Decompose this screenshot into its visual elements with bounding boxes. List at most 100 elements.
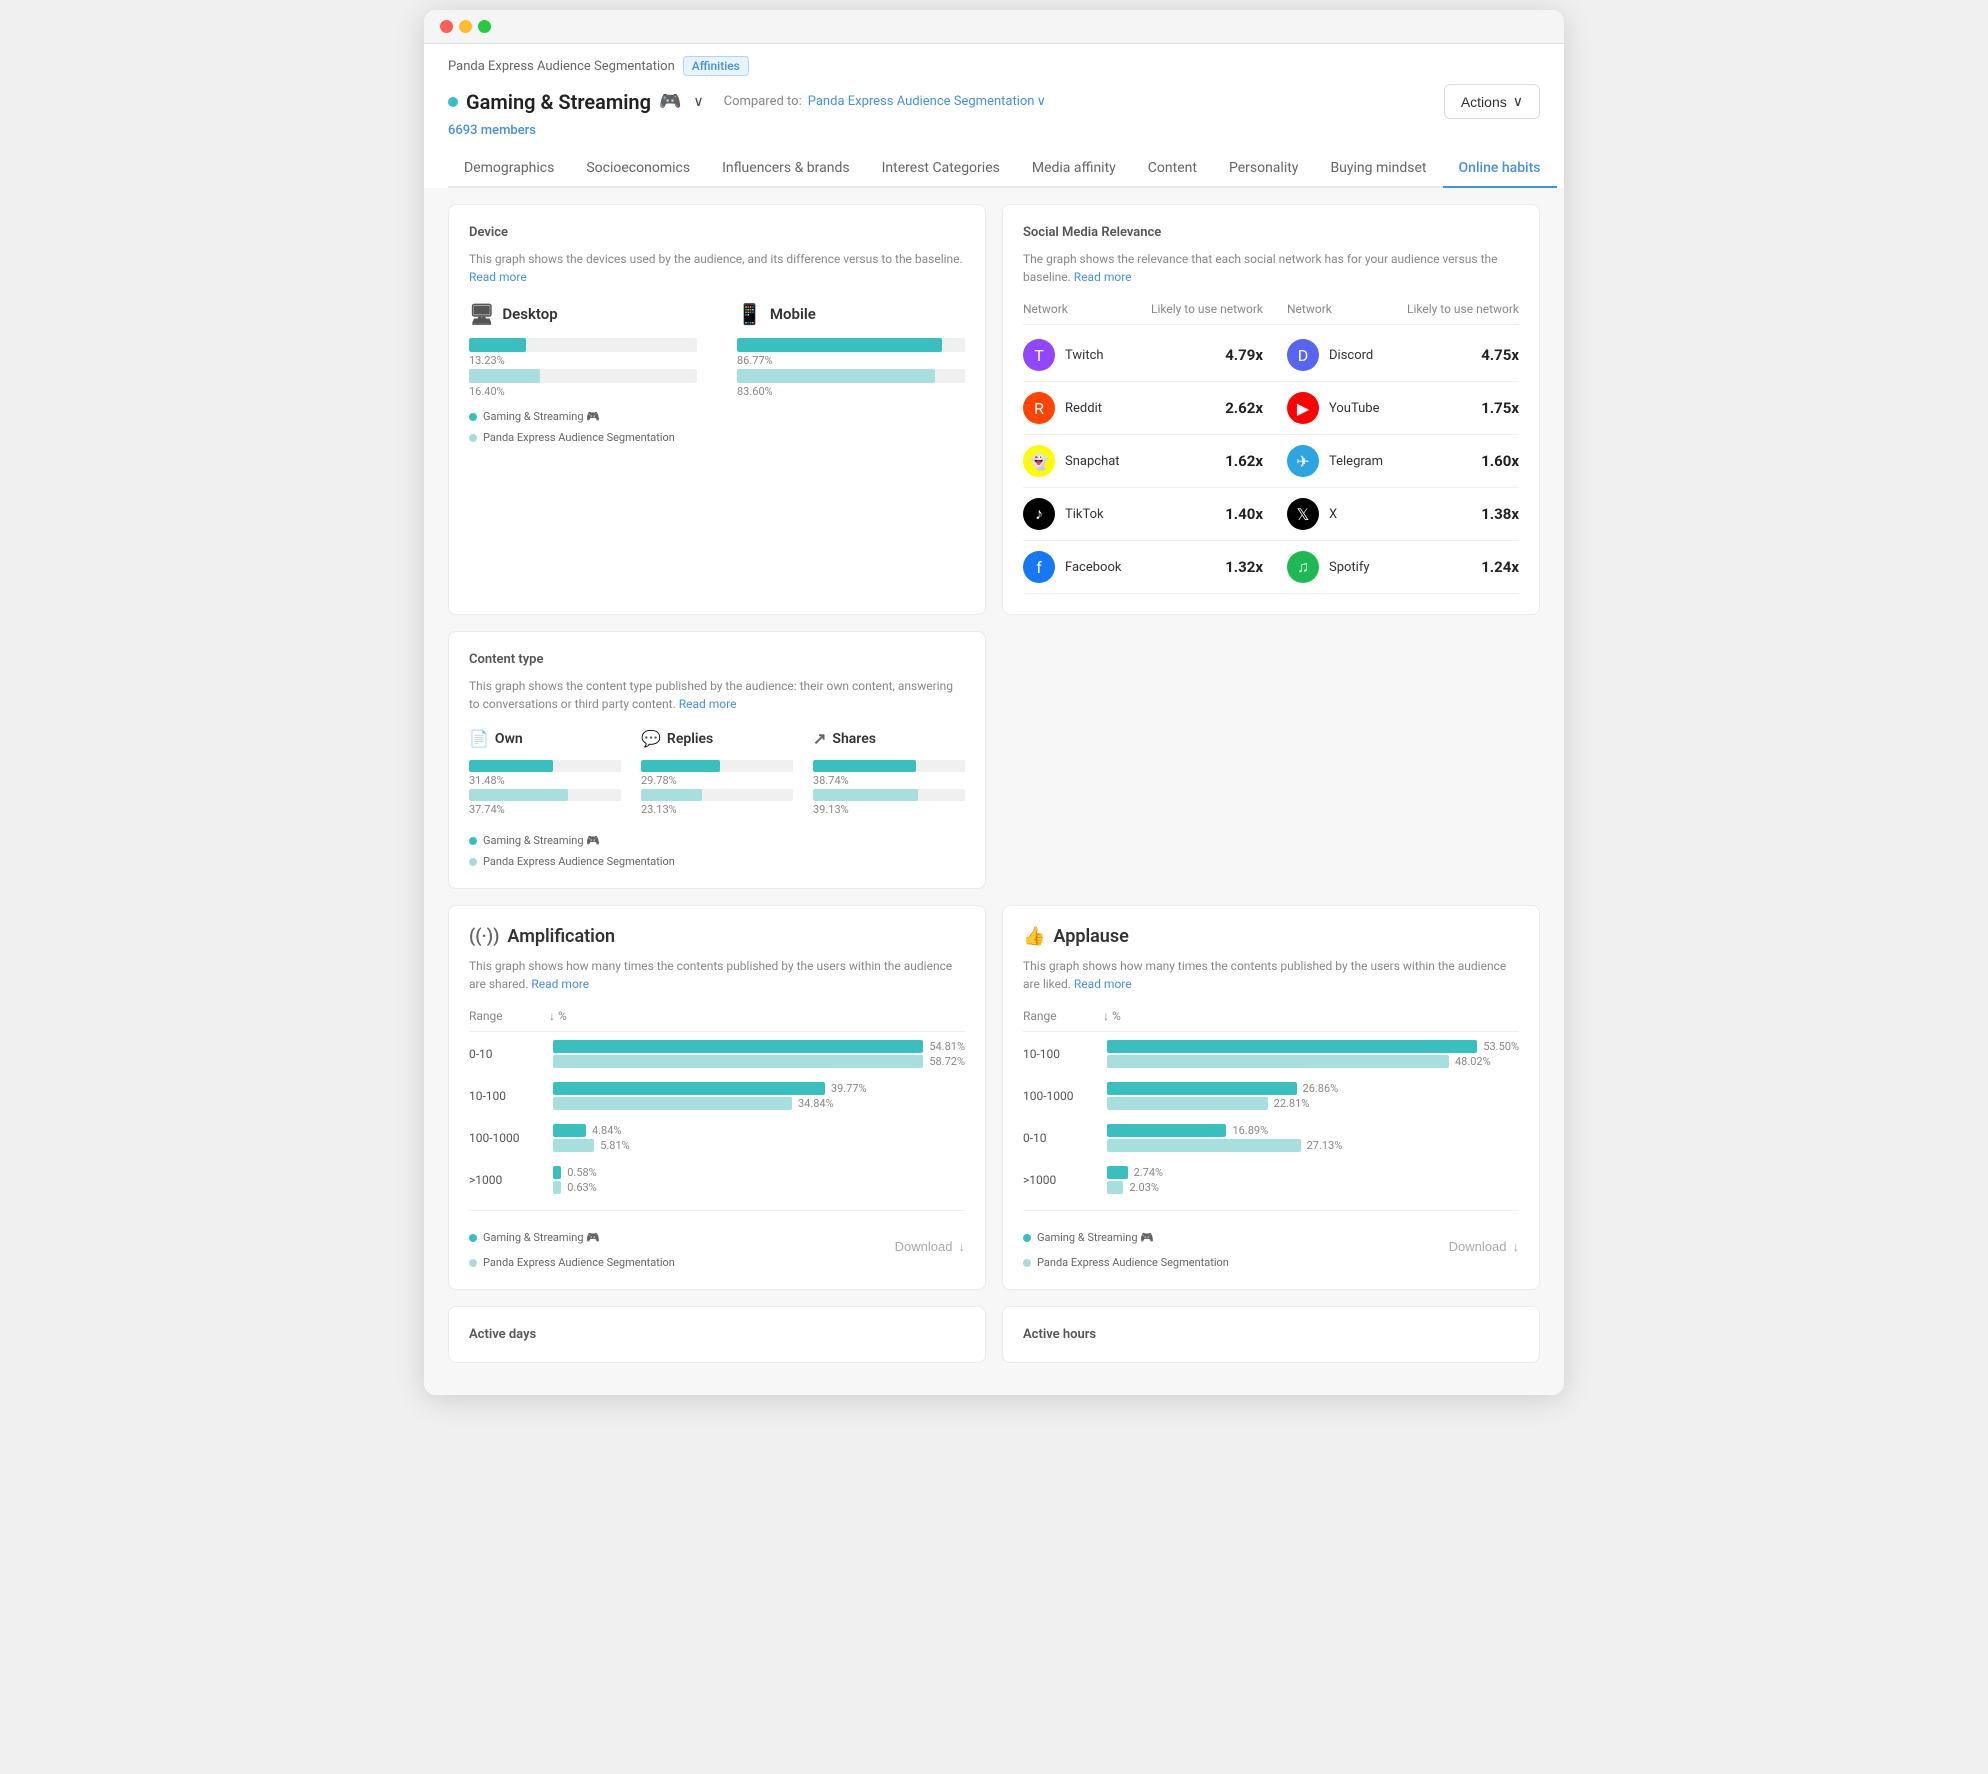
bar1-pct: 16.89%	[1232, 1124, 1268, 1137]
social-row: TTwitch4.79xDDiscord4.75x	[1023, 329, 1519, 382]
bar2-fill	[553, 1181, 561, 1194]
mobile-bar2-pct: 83.60%	[737, 385, 965, 398]
social-value-tiktok: 1.40x	[1151, 505, 1271, 523]
maximize-button[interactable]	[478, 20, 491, 33]
device-card: Device This graph shows the devices used…	[448, 204, 986, 615]
content-type-title: Content type	[469, 652, 965, 667]
mobile-item: 📱 Mobile 86.77% 83.60%	[737, 302, 965, 402]
device-read-more[interactable]: Read more	[469, 270, 527, 284]
device-row: 🖥 Desktop 13.23% 16.40%	[469, 302, 965, 402]
social-value-snapchat: 1.62x	[1151, 452, 1271, 470]
bar1-fill	[1107, 1040, 1477, 1053]
applause-desc: This graph shows how many times the cont…	[1023, 957, 1519, 993]
desktop-icon: 🖥	[469, 302, 494, 326]
bar1-pct: 4.84%	[592, 1124, 622, 1137]
active-hours-card: Active hours	[1002, 1306, 1540, 1363]
applause-download-icon: ↓	[1513, 1239, 1520, 1254]
segment-chevron-button[interactable]: ∨	[689, 93, 707, 110]
replies-item: 💬 Replies 29.78% 23.13%	[641, 729, 793, 818]
amp-footer-legend: Gaming & Streaming 🎮 Panda Express Audie…	[469, 1223, 675, 1269]
bar1-fill	[553, 1124, 586, 1137]
close-button[interactable]	[440, 20, 453, 33]
amp-sort-icon: ↓	[549, 1009, 555, 1023]
social-value-spotify: 1.24x	[1399, 558, 1519, 576]
actions-button[interactable]: Actions ∨	[1444, 84, 1540, 119]
legend-panda: Panda Express Audience Segmentation	[483, 431, 675, 444]
col-likely2: Likely to use network	[1399, 302, 1519, 316]
minimize-button[interactable]	[459, 20, 472, 33]
tab-personality[interactable]: Personality	[1213, 150, 1314, 188]
own-bar2-fill	[469, 789, 568, 801]
social-icon-facebook: f	[1023, 551, 1055, 583]
content-type-read-more[interactable]: Read more	[679, 697, 737, 711]
mobile-label: Mobile	[770, 305, 816, 323]
social-table-header: Network Likely to use network Network Li…	[1023, 302, 1519, 325]
social-icon-spotify: ♫	[1287, 551, 1319, 583]
social-icon-tiktok: ♪	[1023, 498, 1055, 530]
legend-dot-gaming	[469, 413, 477, 421]
social-value-x: 1.38x	[1399, 505, 1519, 523]
tab-demographics[interactable]: Demographics	[448, 150, 570, 188]
social-network-left: RReddit	[1023, 392, 1151, 424]
tab-interest-categories[interactable]: Interest Categories	[866, 150, 1016, 188]
amp-download-button[interactable]: Download ↓	[895, 1239, 965, 1254]
bar1-pct: 26.86%	[1303, 1082, 1339, 1095]
app-window: Panda Express Audience Segmentation Affi…	[424, 10, 1564, 1395]
tab-influencers-brands[interactable]: Influencers & brands	[706, 150, 866, 188]
amp-read-more[interactable]: Read more	[531, 977, 589, 991]
applause-footer: Gaming & Streaming 🎮 Panda Express Audie…	[1023, 1210, 1519, 1269]
affinities-badge[interactable]: Affinities	[683, 56, 749, 76]
desktop-label: Desktop	[502, 305, 557, 323]
device-legend: Gaming & Streaming 🎮	[469, 410, 965, 423]
bar2-pct: 48.02%	[1455, 1055, 1491, 1068]
amp-header: ((·)) Amplification	[469, 926, 965, 947]
social-name-facebook: Facebook	[1065, 560, 1121, 575]
data-row: 0-1054.81%58.72%	[469, 1040, 965, 1068]
applause-header: 👍 Applause	[1023, 926, 1519, 947]
amp-rows: 0-1054.81%58.72%10-10039.77%34.84%100-10…	[469, 1040, 965, 1194]
social-icon-youtube: ▶	[1287, 392, 1319, 424]
bar2-fill	[553, 1097, 792, 1110]
own-label: Own	[495, 731, 523, 747]
main-content: Device This graph shows the devices used…	[424, 188, 1564, 1395]
bar2-pct: 58.72%	[929, 1055, 965, 1068]
applause-download-button[interactable]: Download ↓	[1449, 1239, 1519, 1254]
social-title: Social Media Relevance	[1023, 225, 1519, 240]
range-label: 100-1000	[469, 1131, 549, 1145]
social-network-right: ✈Telegram	[1271, 445, 1399, 477]
replies-bar2-fill	[641, 789, 702, 801]
tab-buying-mindset[interactable]: Buying mindset	[1314, 150, 1442, 188]
social-value-twitch: 4.79x	[1151, 346, 1271, 364]
replies-header: 💬 Replies	[641, 729, 793, 748]
data-row: 10-10053.50%48.02%	[1023, 1040, 1519, 1068]
tab-media-affinity[interactable]: Media affinity	[1016, 150, 1132, 188]
shares-bar1-pct: 38.74%	[813, 774, 965, 787]
bars-container: 0.58%0.63%	[553, 1166, 965, 1194]
desktop-bars: 13.23% 16.40%	[469, 338, 697, 398]
applause-footer-legend: Gaming & Streaming 🎮 Panda Express Audie…	[1023, 1223, 1229, 1269]
bar2-pct: 2.03%	[1129, 1181, 1159, 1194]
amp-table-header: Range ↓ %	[469, 1009, 965, 1032]
applause-dot-gaming	[1023, 1234, 1031, 1242]
active-hours-title: Active hours	[1023, 1327, 1519, 1342]
social-read-more[interactable]: Read more	[1074, 270, 1132, 284]
replies-label: Replies	[667, 731, 713, 747]
social-name-twitch: Twitch	[1065, 348, 1104, 363]
shares-item: ↗ Shares 38.74% 39.13%	[813, 729, 965, 818]
social-name-telegram: Telegram	[1329, 454, 1383, 469]
mobile-header: 📱 Mobile	[737, 302, 965, 326]
bar2-pct: 34.84%	[798, 1097, 834, 1110]
mobile-icon: 📱	[737, 302, 762, 326]
amp-dot-gaming	[469, 1234, 477, 1242]
social-network-left: 👻Snapchat	[1023, 445, 1151, 477]
members-count: 6693 members	[448, 123, 1540, 138]
applause-read-more[interactable]: Read more	[1074, 977, 1132, 991]
applause-rows: 10-10053.50%48.02%100-100026.86%22.81%0-…	[1023, 1040, 1519, 1194]
content-type-card: Content type This graph shows the conten…	[448, 631, 986, 889]
tab-content[interactable]: Content	[1132, 150, 1213, 188]
tab-socioeconomics[interactable]: Socioeconomics	[570, 150, 706, 188]
tab-online-habits[interactable]: Online habits	[1443, 150, 1557, 188]
compared-label: Compared to:	[724, 94, 802, 109]
compared-link[interactable]: Panda Express Audience Segmentation ∨	[808, 94, 1046, 109]
bar2-fill	[1107, 1139, 1301, 1152]
